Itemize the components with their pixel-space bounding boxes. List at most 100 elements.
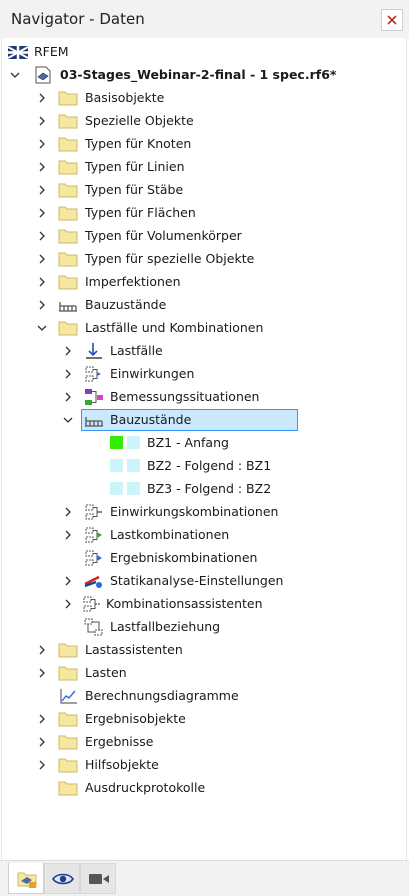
data-navigator-icon xyxy=(17,872,37,888)
chevron-right-icon[interactable] xyxy=(61,504,75,520)
tree-row-typen-staebe[interactable]: Typen für Stäbe xyxy=(2,179,406,201)
action-combinations-icon xyxy=(85,504,102,520)
tree-row-basisobjekte[interactable]: Basisobjekte xyxy=(2,87,406,109)
tree-item-label: BZ1 - Anfang xyxy=(147,435,229,450)
tab-view[interactable] xyxy=(44,863,80,894)
tree-row-ergebnisobjekte[interactable]: Ergebnisobjekte xyxy=(2,708,406,730)
chevron-right-icon[interactable] xyxy=(35,642,49,658)
tree-row-lastassistenten[interactable]: Lastassistenten xyxy=(2,639,406,661)
tree-item-label: Typen für Linien xyxy=(85,159,185,174)
chevron-right-icon[interactable] xyxy=(61,573,75,589)
tree-row-bz3[interactable]: BZ3 - Folgend : BZ2 xyxy=(2,478,406,500)
calculation-diagram-icon xyxy=(60,689,77,704)
folder-icon xyxy=(58,643,78,658)
chevron-right-icon[interactable] xyxy=(35,297,49,313)
stage-swatch xyxy=(127,436,140,449)
tree-row-ausdruckprotokolle[interactable]: Ausdruckprotokolle xyxy=(2,777,406,799)
tree-row-bauzustaende-top[interactable]: Bauzustände xyxy=(2,294,406,316)
tree-row-typen-spezielle-objekte[interactable]: Typen für spezielle Objekte xyxy=(2,248,406,270)
chevron-right-icon[interactable] xyxy=(35,136,49,152)
actions-icon xyxy=(85,366,101,382)
tree-row-lastkombinationen[interactable]: Lastkombinationen xyxy=(2,524,406,546)
tree-row-hilfsobjekte[interactable]: Hilfsobjekte xyxy=(2,754,406,776)
chevron-right-icon[interactable] xyxy=(61,389,75,405)
tree-row-typen-linien[interactable]: Typen für Linien xyxy=(2,156,406,178)
chevron-down-icon[interactable] xyxy=(35,320,49,336)
folder-icon xyxy=(58,206,78,221)
chevron-right-icon[interactable] xyxy=(35,90,49,106)
tree-row-ergebnisse[interactable]: Ergebnisse xyxy=(2,731,406,753)
tree-row-typen-knoten[interactable]: Typen für Knoten xyxy=(2,133,406,155)
tab-data[interactable] xyxy=(8,863,44,894)
chevron-right-icon[interactable] xyxy=(61,366,75,382)
tree-item-label: BZ2 - Folgend : BZ1 xyxy=(147,458,272,473)
chevron-down-icon[interactable] xyxy=(61,412,75,428)
tree-row-file[interactable]: 03-Stages_Webinar-2-final - 1 spec.rf6* xyxy=(2,64,406,86)
tree-row-rfem[interactable]: RFEM xyxy=(2,41,406,63)
window-title: Navigator - Daten xyxy=(11,10,145,28)
tree-row-lastfallbeziehung[interactable]: Lastfallbeziehung xyxy=(2,616,406,638)
tree-row-typen-flaechen[interactable]: Typen für Flächen xyxy=(2,202,406,224)
tree-row-bauzustaende-selected[interactable]: Bauzustände xyxy=(2,409,406,431)
chevron-right-icon[interactable] xyxy=(61,343,75,359)
chevron-right-icon[interactable] xyxy=(35,228,49,244)
static-analysis-settings-icon xyxy=(84,575,102,588)
tree-item-label: Imperfektionen xyxy=(85,274,181,289)
tree-row-ergebniskombinationen[interactable]: Ergebniskombinationen xyxy=(2,547,406,569)
construction-stages-icon xyxy=(59,302,77,312)
tree-item-label: Statikanalyse-Einstellungen xyxy=(110,573,284,588)
close-button[interactable] xyxy=(381,9,403,31)
tree-row-statikanalyse[interactable]: Statikanalyse-Einstellungen xyxy=(2,570,406,592)
tree-row-spezielle-objekte[interactable]: Spezielle Objekte xyxy=(2,110,406,132)
tree-item-label: Bauzustände xyxy=(110,412,192,427)
tree-row-typen-volumenkoerper[interactable]: Typen für Volumenkörper xyxy=(2,225,406,247)
tab-views[interactable] xyxy=(80,863,116,894)
chevron-right-icon[interactable] xyxy=(35,274,49,290)
tree-item-label: Hilfsobjekte xyxy=(85,757,159,772)
chevron-right-icon[interactable] xyxy=(35,182,49,198)
tree-row-einwirkungen[interactable]: Einwirkungen xyxy=(2,363,406,385)
tree-row-einwirkungskombinationen[interactable]: Einwirkungskombinationen xyxy=(2,501,406,523)
folder-icon xyxy=(58,712,78,727)
chevron-right-icon[interactable] xyxy=(35,251,49,267)
folder-open-icon xyxy=(58,321,78,336)
chevron-right-icon[interactable] xyxy=(35,734,49,750)
chevron-right-icon[interactable] xyxy=(35,757,49,773)
tree-root-label: RFEM xyxy=(34,44,69,59)
construction-stages-icon xyxy=(85,417,103,427)
tree-row-kombinationsassistenten[interactable]: Kombinationsassistenten xyxy=(2,593,406,615)
combination-wizard-icon xyxy=(83,596,100,612)
chevron-right-icon[interactable] xyxy=(35,159,49,175)
tree-row-lastfaelle-kombinationen[interactable]: Lastfälle und Kombinationen xyxy=(2,317,406,339)
tree-row-bz1[interactable]: BZ1 - Anfang xyxy=(2,432,406,454)
tree-item-label: Lastkombinationen xyxy=(110,527,230,542)
tree-row-bemessungssituationen[interactable]: Bemessungssituationen xyxy=(2,386,406,408)
tree-row-bz2[interactable]: BZ2 - Folgend : BZ1 xyxy=(2,455,406,477)
chevron-down-icon[interactable] xyxy=(8,67,22,83)
navigator-tab-bar xyxy=(0,860,409,896)
tree-row-imperfektionen[interactable]: Imperfektionen xyxy=(2,271,406,293)
folder-icon xyxy=(58,252,78,267)
stage-active-swatch xyxy=(110,436,123,449)
chevron-right-icon[interactable] xyxy=(35,205,49,221)
folder-icon xyxy=(58,91,78,106)
folder-icon xyxy=(58,666,78,681)
tree-row-lasten[interactable]: Lasten xyxy=(2,662,406,684)
chevron-right-icon[interactable] xyxy=(35,711,49,727)
navigator-tree: RFEM 03-Stages_Webinar-2-final - 1 spec.… xyxy=(1,38,407,860)
tree-item-label: Einwirkungskombinationen xyxy=(110,504,279,519)
tree-row-lastfaelle[interactable]: Lastfälle xyxy=(2,340,406,362)
folder-icon xyxy=(58,137,78,152)
folder-icon xyxy=(58,229,78,244)
tree-row-berechnungsdiagramme[interactable]: Berechnungsdiagramme xyxy=(2,685,406,707)
chevron-right-icon[interactable] xyxy=(35,665,49,681)
folder-icon xyxy=(58,114,78,129)
model-file-icon xyxy=(35,66,51,84)
stage-swatch xyxy=(127,482,140,495)
tree-item-label: Typen für Stäbe xyxy=(85,182,184,197)
chevron-right-icon[interactable] xyxy=(61,527,75,543)
chevron-right-icon[interactable] xyxy=(35,113,49,129)
tree-item-label: Lastfälle und Kombinationen xyxy=(85,320,264,335)
folder-icon xyxy=(58,735,78,750)
chevron-right-icon[interactable] xyxy=(61,596,75,612)
